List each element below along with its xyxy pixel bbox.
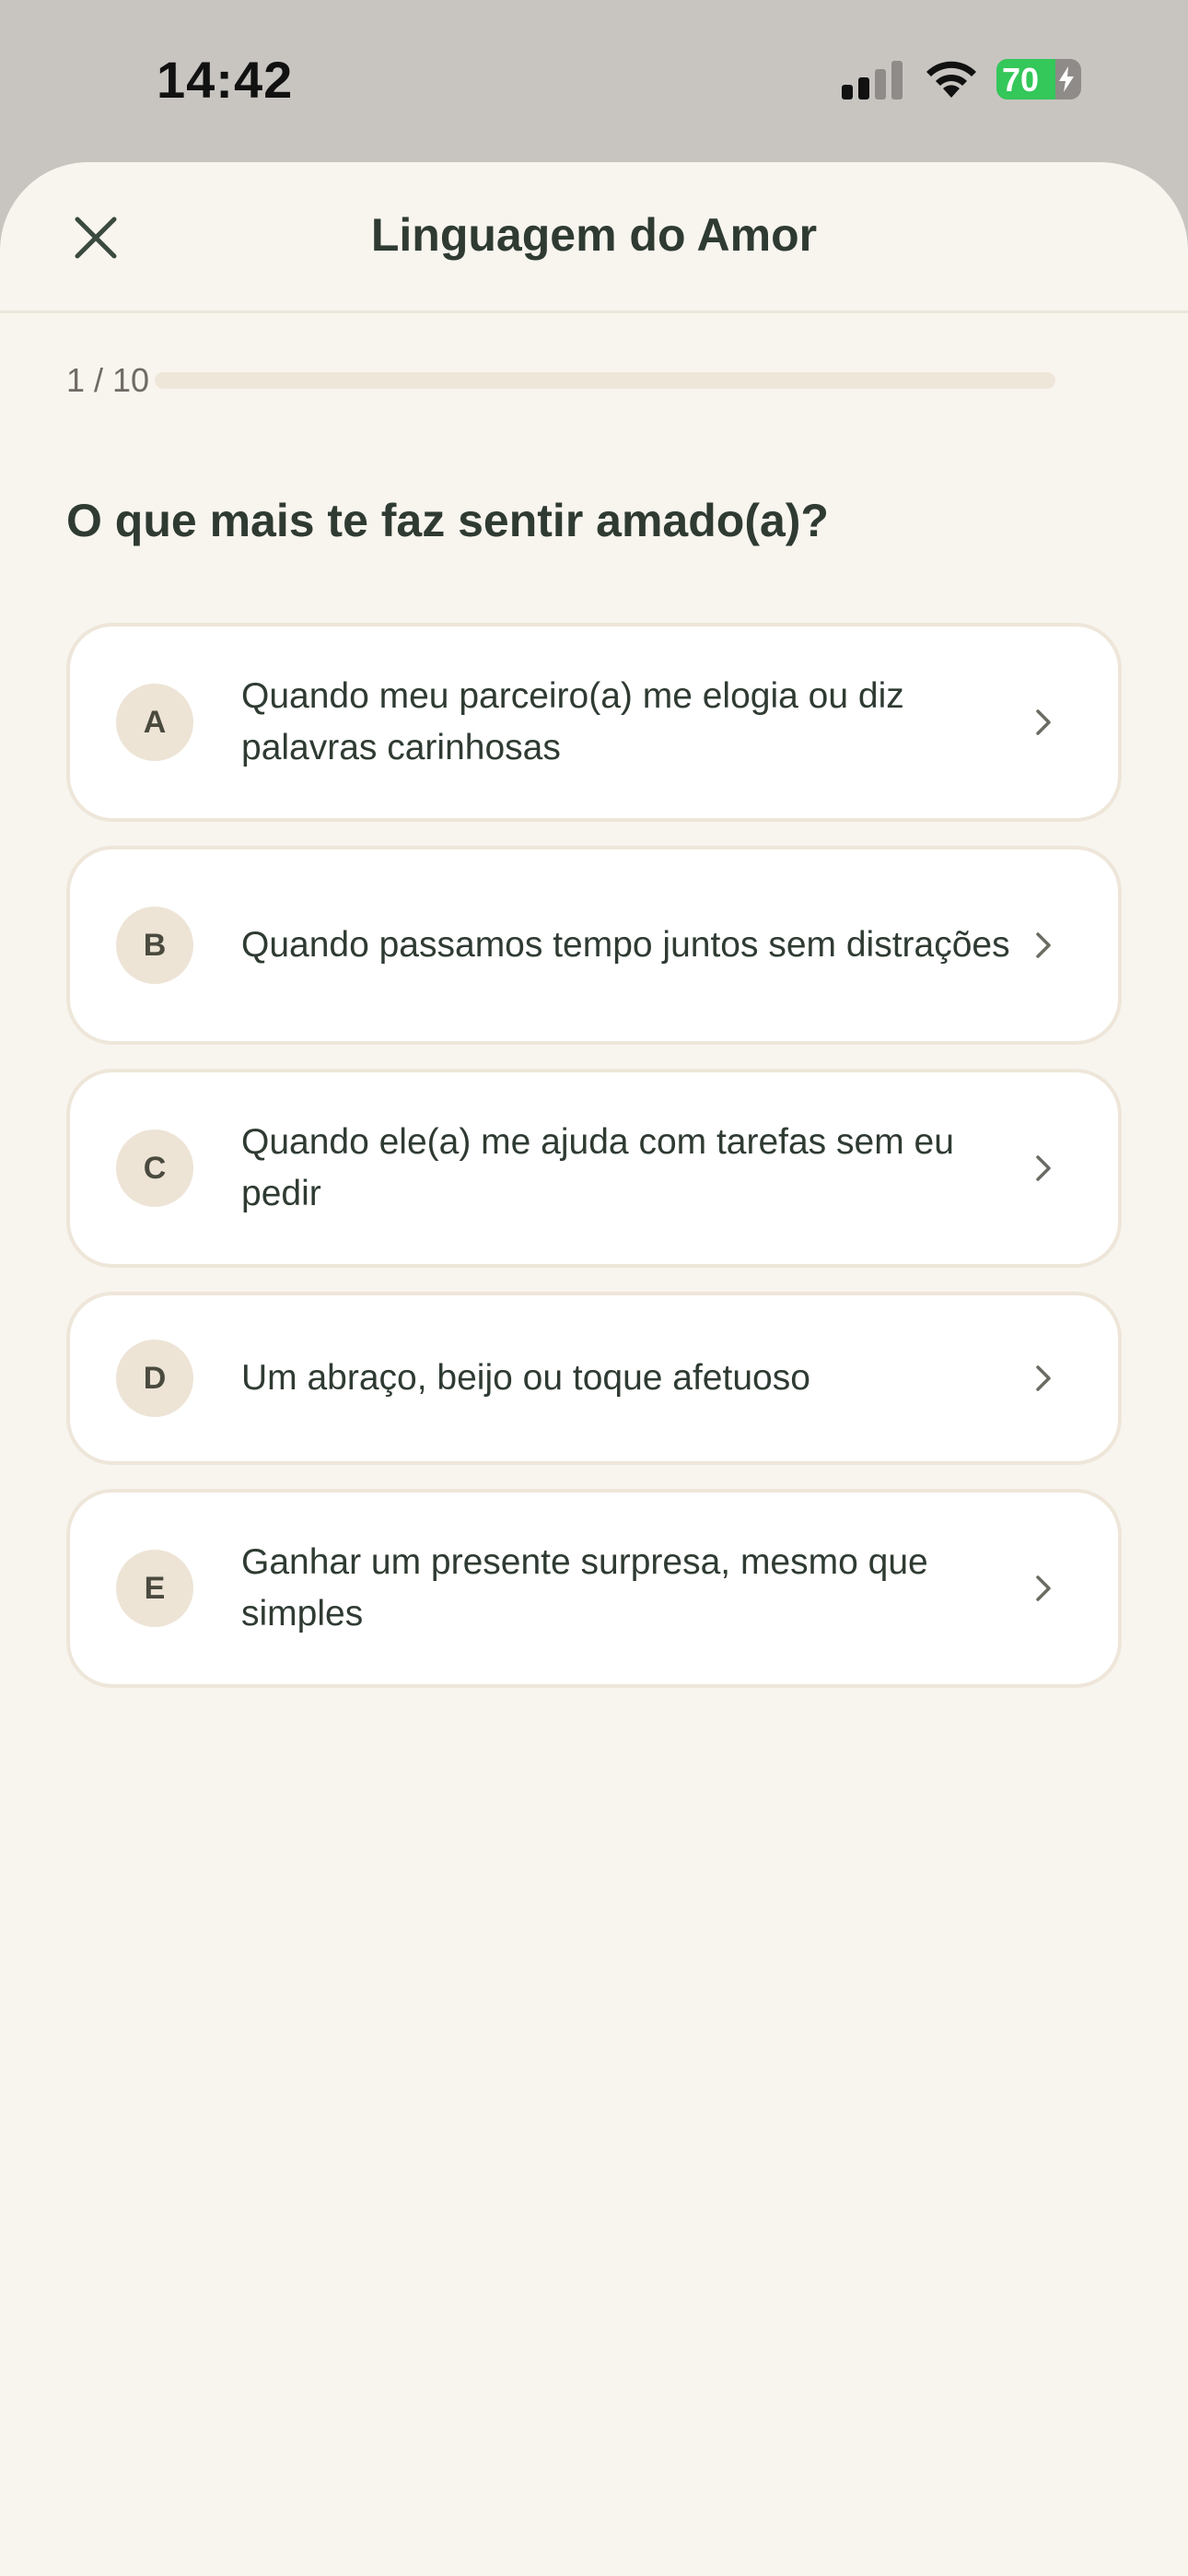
question-text: O que mais te faz sentir amado(a)? — [66, 495, 829, 546]
charging-bolt-icon — [1059, 66, 1074, 92]
option-letter: E — [116, 1550, 193, 1627]
option-letter: C — [116, 1130, 193, 1207]
option-a[interactable]: A Quando meu parceiro(a) me elogia ou di… — [66, 623, 1122, 822]
battery-level-text: 70 — [1002, 61, 1040, 99]
chevron-right-icon — [1036, 932, 1051, 958]
option-text: Quando passamos tempo juntos sem distraç… — [241, 925, 1010, 965]
option-letter: B — [116, 907, 193, 984]
options-list: A Quando meu parceiro(a) me elogia ou di… — [66, 623, 1122, 1712]
sheet-header: Linguagem do Amor — [0, 162, 1188, 313]
status-bar: 14:42 70 — [0, 0, 1188, 162]
quiz-sheet: Linguagem do Amor 1 / 10 O que mais te f… — [0, 162, 1188, 2576]
cellular-signal-icon — [842, 61, 903, 100]
chevron-right-icon — [1036, 1575, 1051, 1601]
option-letter: D — [116, 1340, 193, 1417]
battery-icon: 70 — [996, 59, 1081, 100]
option-e[interactable]: E Ganhar um presente surpresa, mesmo que… — [66, 1489, 1122, 1688]
chevron-right-icon — [1036, 1365, 1051, 1391]
wifi-icon — [926, 61, 976, 98]
option-letter: A — [116, 684, 193, 761]
chevron-right-icon — [1036, 1155, 1051, 1181]
option-b[interactable]: B Quando passamos tempo juntos sem distr… — [66, 846, 1122, 1045]
option-c[interactable]: C Quando ele(a) me ajuda com tarefas sem… — [66, 1069, 1122, 1268]
option-text: Quando ele(a) me ajuda com tarefas sem e… — [241, 1122, 954, 1213]
progress-bar — [155, 372, 1055, 389]
option-d[interactable]: D Um abraço, beijo ou toque afetuoso — [66, 1292, 1122, 1465]
option-text: Um abraço, beijo ou toque afetuoso — [241, 1358, 810, 1398]
chevron-right-icon — [1036, 709, 1051, 735]
option-text: Ganhar um presente surpresa, mesmo que s… — [241, 1542, 928, 1633]
option-text: Quando meu parceiro(a) me elogia ou diz … — [241, 676, 904, 767]
progress-counter: 1 / 10 — [66, 361, 150, 399]
status-time: 14:42 — [157, 51, 294, 109]
page-title: Linguagem do Amor — [370, 209, 818, 261]
